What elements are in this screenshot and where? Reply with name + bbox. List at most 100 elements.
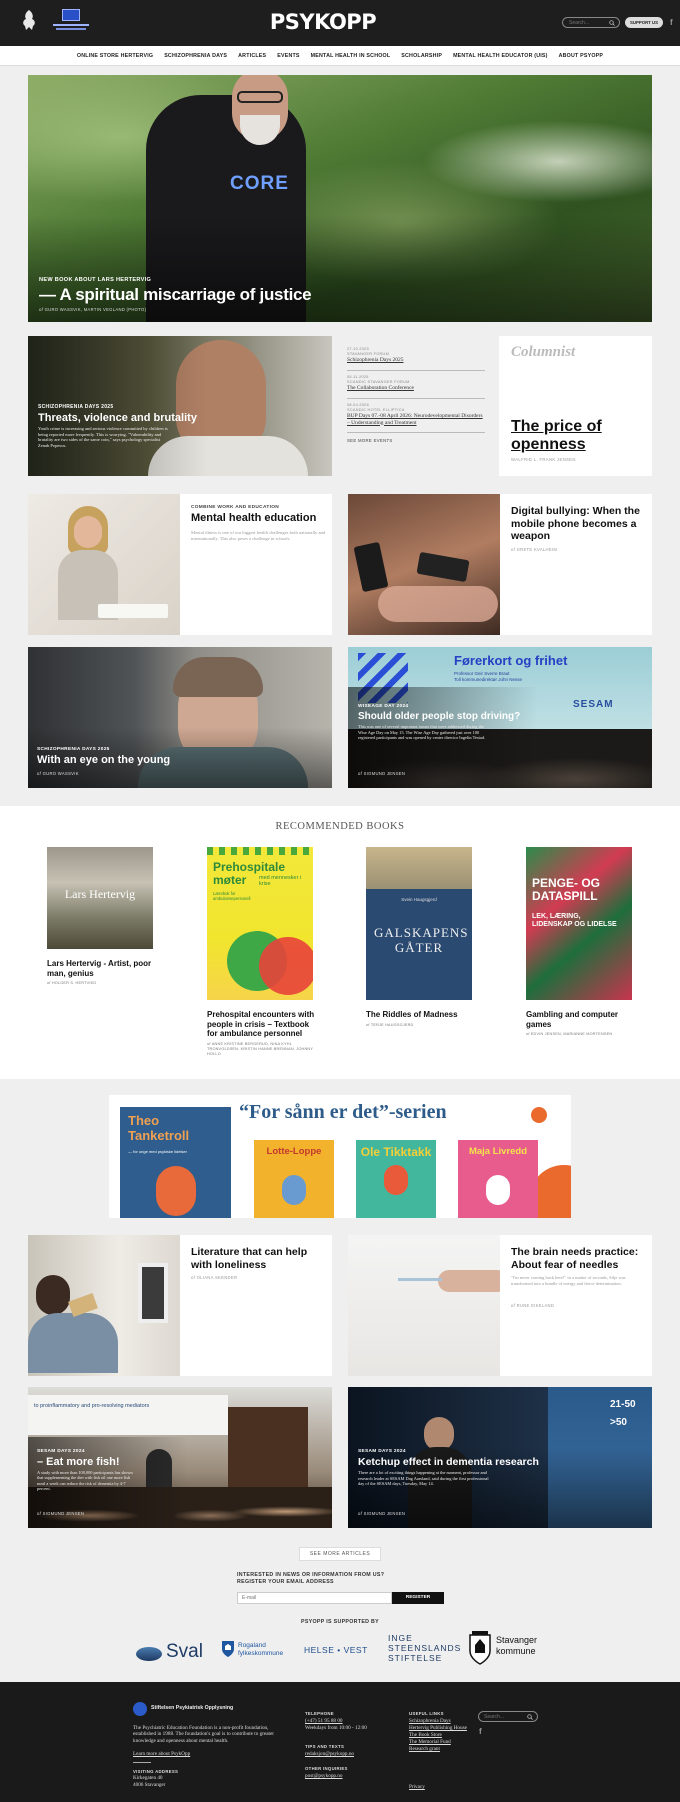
footer-link-memorial-fund[interactable]: The Memorial Fund	[409, 1739, 469, 1746]
article-card-ketchup[interactable]: 21-50 >50 SESAM DAYS 2024 Ketchup effect…	[348, 1387, 652, 1528]
book-cover-title: Lars Hertervig	[64, 887, 136, 901]
footer-phone-link[interactable]: (+47) 51 95 88 00	[305, 1718, 343, 1725]
article-card-fish[interactable]: to proinflammatory and pro-resolving med…	[28, 1387, 332, 1528]
feature-article[interactable]: SCHIZOPHRENIA DAYS 2025 Threats, violenc…	[28, 336, 332, 476]
newsletter-register-button[interactable]: REGISTER	[392, 1592, 444, 1604]
banner-ad[interactable]: “For sånn er det”-serien Theo Tanketroll…	[109, 1095, 571, 1218]
footer-facebook-icon[interactable]: f	[479, 1727, 482, 1736]
sponsor-sval[interactable]: Sval	[136, 1641, 210, 1665]
columnist-title[interactable]: The price of openness	[511, 418, 641, 454]
sponsors-heading: PSYOPP IS SUPPORTED BY	[300, 1619, 380, 1625]
book-item[interactable]: PENGE- OG DATASPILL LEK, LÆRING, LIDENSK…	[526, 847, 636, 1037]
event-title[interactable]: BUP Days 07.-08 April 2026: Neurodevelop…	[347, 413, 485, 426]
article-card-digital-bullying[interactable]: Digital bullying: When the mobile phone …	[348, 494, 652, 635]
banner-book-maja[interactable]: Maja Livredd	[458, 1140, 538, 1218]
event-title[interactable]: Schizophrenia Days 2025	[347, 357, 485, 364]
partner-logo-schizophrenia-days[interactable]	[52, 9, 90, 36]
facebook-icon[interactable]: f	[670, 18, 673, 27]
fish-byline: of SIGMUND JENSEN	[37, 1511, 85, 1516]
young-title[interactable]: With an eye on the young	[37, 754, 170, 766]
sponsor-inge-steensland[interactable]: INGE STEENSLANDS STIFTELSE	[388, 1633, 464, 1663]
book-item[interactable]: Lars Hertervig Lars Hertervig - Artist, …	[47, 847, 157, 986]
mental-health-kicker: COMBINE WORK AND EDUCATION	[191, 505, 280, 510]
ketchup-title[interactable]: Ketchup effect in dementia research	[358, 1456, 539, 1468]
loneliness-title[interactable]: Literature that can help with loneliness	[191, 1246, 324, 1271]
support-us-button[interactable]: SUPPORT US	[625, 17, 663, 28]
footer-link-hertervig[interactable]: Hertervig Publishing House	[409, 1725, 469, 1732]
book-title[interactable]: Gambling and computer games	[526, 1010, 636, 1029]
sponsor-rogaland[interactable]: Rogaland fylkeskommune	[221, 1640, 293, 1664]
nav-item-articles[interactable]: ARTICLES	[238, 53, 266, 59]
sponsor-helse-vest[interactable]: HELSE • VEST	[304, 1645, 374, 1655]
feature-title[interactable]: Threats, violence and brutality	[38, 412, 238, 424]
event-title[interactable]: The Collaboration Conference	[347, 385, 485, 392]
bullying-photo	[348, 494, 500, 635]
hero-title[interactable]: — A spiritual miscarriage of justice	[39, 285, 312, 305]
banner-book-label: Theo Tanketroll	[128, 1113, 190, 1143]
fish-title[interactable]: – Eat more fish!	[37, 1456, 120, 1468]
book-cover-galskapens[interactable]: Svein Haugsgjerd GALSKAPENS GÅTER	[366, 847, 472, 1000]
young-photo-hair	[173, 657, 263, 697]
footer-org-logo[interactable]: Stiftelsen Psykiatrisk Opplysning	[133, 1702, 283, 1716]
footer-link-research-grant[interactable]: Research grant	[409, 1746, 469, 1753]
nav-item-mental-health-educator[interactable]: MENTAL HEALTH EDUCATOR (UIS)	[453, 53, 548, 59]
sponsor-stavanger[interactable]: Stavanger kommune	[468, 1631, 548, 1667]
books-section: RECOMMENDED BOOKS Lars Hertervig Lars He…	[0, 806, 680, 1079]
see-more-events-link[interactable]: SEE MORE EVENTS	[347, 438, 485, 443]
footer-learn-more-link[interactable]: Learn more about PsykOpp	[133, 1751, 190, 1758]
footer-tips-email[interactable]: redaksjon@psykopp.no	[305, 1751, 354, 1758]
nav-item-scholarship[interactable]: SCHOLARSHIP	[401, 53, 442, 59]
article-card-driving[interactable]: Førerkort og frihet Professor Geir Sverr…	[348, 647, 652, 788]
book-item[interactable]: Svein Haugsgjerd GALSKAPENS GÅTER The Ri…	[366, 847, 476, 1028]
footer-other-heading: OTHER INQUIRIES	[305, 1766, 348, 1771]
partner-logo-figure[interactable]	[20, 9, 38, 31]
newsletter-email-input[interactable]	[237, 1592, 392, 1604]
book-cover-prehospital[interactable]: Prehospitale møter med mennesker i krise…	[207, 847, 313, 1000]
book-cover-pengespill[interactable]: PENGE- OG DATASPILL LEK, LÆRING, LIDENSK…	[526, 847, 632, 1000]
needles-title[interactable]: The brain needs practice: About fear of …	[511, 1246, 644, 1271]
nav-item-about[interactable]: ABOUT PSYOPP	[559, 53, 604, 59]
article-card-needles[interactable]: The brain needs practice: About fear of …	[348, 1235, 652, 1376]
search-icon[interactable]	[527, 1714, 533, 1720]
article-card-young[interactable]: SCHIZOPHRENIA DAYS 2025 With an eye on t…	[28, 647, 332, 788]
footer-link-book-store[interactable]: The Book Store	[409, 1732, 469, 1739]
header-search-field[interactable]	[562, 17, 620, 28]
nav-item-online-store[interactable]: ONLINE STORE HERTERVIG	[77, 53, 153, 59]
mental-health-title[interactable]: Mental health education	[191, 512, 316, 524]
newsletter-line1: INTERESTED IN NEWS OR INFORMATION FROM U…	[237, 1572, 385, 1578]
book-cover-hertervig[interactable]: Lars Hertervig	[47, 847, 153, 949]
hero-article[interactable]: CORE NEW BOOK ABOUT LARS HERTERVIG — A s…	[28, 75, 652, 322]
see-more-articles-button[interactable]: SEE MORE ARTICLES	[299, 1547, 381, 1561]
driving-title[interactable]: Should older people stop driving?	[358, 711, 520, 722]
banner-book-theo[interactable]: Theo Tanketroll — for unge med psykiske …	[120, 1107, 231, 1218]
banner-book-ole[interactable]: Ole Tikktakk	[356, 1140, 436, 1218]
site-logo[interactable]: PSYKOPP	[268, 10, 378, 34]
sponsor-stavanger-label: Stavanger kommune	[496, 1635, 538, 1656]
article-card-loneliness[interactable]: Literature that can help with loneliness…	[28, 1235, 332, 1376]
book-title[interactable]: Lars Hertervig - Artist, poor man, geniu…	[47, 959, 157, 978]
banner-book-lotte[interactable]: Lotte-Loppe	[254, 1140, 334, 1218]
footer-privacy-link[interactable]: Privacy	[409, 1784, 425, 1791]
event-item[interactable]: 05.11.2025 SCANDIC STAVANGER FORUM The C…	[347, 371, 485, 399]
book-title[interactable]: Prehospital encounters with people in cr…	[207, 1010, 317, 1039]
footer-link-schizophrenia-days[interactable]: Schizophrenia Days	[409, 1718, 469, 1725]
bullying-title[interactable]: Digital bullying: When the mobile phone …	[511, 505, 644, 543]
article-card-mental-health[interactable]: COMBINE WORK AND EDUCATION Mental health…	[28, 494, 332, 635]
columnist-author: WALFRID L. FRANK JENSEN	[511, 457, 576, 462]
nav-item-events[interactable]: EVENTS	[277, 53, 299, 59]
book-author: of EDVIN JENSEN, MARIANNE MORTENSEN	[526, 1032, 613, 1036]
book-title[interactable]: The Riddles of Madness	[366, 1010, 476, 1020]
header-search-input[interactable]	[569, 19, 609, 27]
footer-other-email[interactable]: post@psykopp.no	[305, 1773, 343, 1780]
footer-search-field[interactable]	[478, 1711, 538, 1722]
footer-search-input[interactable]	[484, 1713, 526, 1721]
event-item[interactable]: 27.10.2025 STAVANGER FORUM Schizophrenia…	[347, 347, 485, 371]
events-list: 27.10.2025 STAVANGER FORUM Schizophrenia…	[347, 347, 485, 443]
event-item[interactable]: 08.04.2026 SCANDIC HOTEL ELLIPTICA BUP D…	[347, 399, 485, 433]
search-icon[interactable]	[609, 20, 615, 26]
nav-item-mental-health-school[interactable]: MENTAL HEALTH IN SCHOOL	[311, 53, 391, 59]
book-item[interactable]: Prehospitale møter med mennesker i krise…	[207, 847, 317, 1057]
hero-photo-glasses	[237, 91, 283, 103]
nav-item-schizophrenia-days[interactable]: SCHIZOPHRENIA DAYS	[164, 53, 227, 59]
columnist-card[interactable]: Columnist The price of openness WALFRID …	[499, 336, 652, 476]
